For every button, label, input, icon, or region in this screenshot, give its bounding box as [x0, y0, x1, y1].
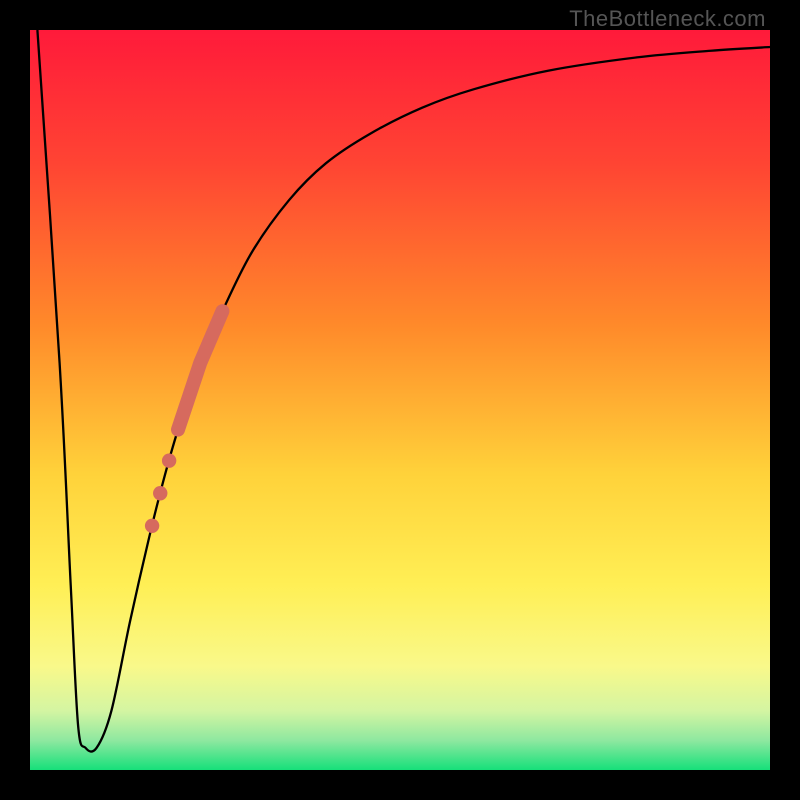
highlight-dot	[145, 519, 159, 533]
watermark-text: TheBottleneck.com	[569, 6, 766, 32]
highlight-dots	[145, 453, 176, 533]
bottleneck-curve	[37, 30, 770, 752]
curve-layer	[30, 30, 770, 770]
highlight-dot	[153, 486, 167, 500]
chart-frame: TheBottleneck.com	[0, 0, 800, 800]
highlight-segment	[178, 311, 222, 429]
highlight-dot	[162, 453, 176, 467]
plot-area	[30, 30, 770, 770]
